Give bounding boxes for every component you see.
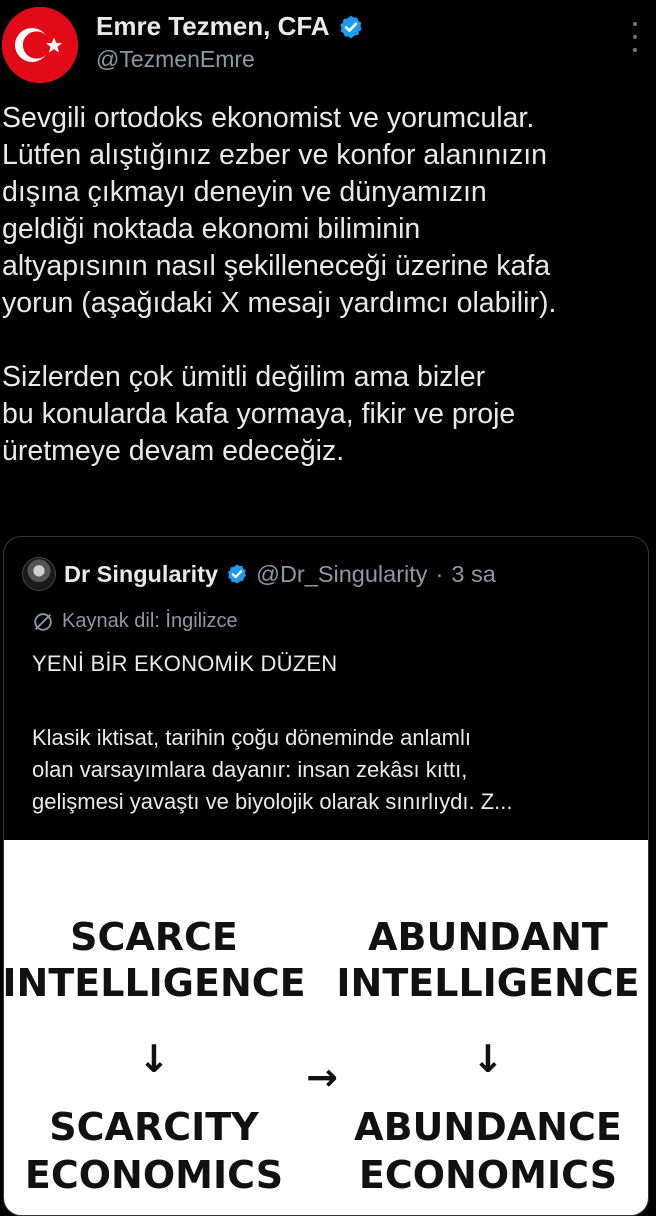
more-options-icon[interactable]	[628, 22, 642, 52]
center-right-arrow: →	[306, 1055, 338, 1099]
turkish-flag-icon	[2, 7, 78, 83]
verified-badge-icon	[339, 15, 362, 38]
more-dot	[633, 22, 637, 26]
quoted-author-name[interactable]: Dr Singularity	[64, 561, 218, 588]
tweet-paragraph: Sizlerden çok ümitli değilim ama bizler …	[2, 361, 516, 467]
left-top-line2: INTELLIGENCE	[4, 961, 306, 1005]
right-top-line2: INTELLIGENCE	[336, 961, 639, 1005]
left-bottom-line2: ECONOMICS	[25, 1153, 283, 1197]
right-bottom-line2: ECONOMICS	[359, 1153, 617, 1197]
right-down-arrow: ↓	[472, 1037, 504, 1081]
left-top-line1: SCARCE	[70, 915, 238, 959]
quoted-tweet-header: Dr Singularity @Dr_Singularity · 3 sa	[22, 557, 496, 591]
tweet-header: Emre Tezmen, CFA @TezmenEmre	[0, 0, 656, 96]
right-top-line1: ABUNDANT	[368, 915, 608, 959]
source-language-label: Kaynak dil: İngilizce	[62, 610, 238, 632]
quoted-text: Klasik iktisat, tarihin çoğu döneminde a…	[32, 725, 513, 814]
quoted-timestamp[interactable]: 3 sa	[451, 561, 495, 588]
right-bottom-line1: ABUNDANCE	[354, 1105, 622, 1149]
verified-badge-icon	[228, 564, 247, 584]
tweet-paragraph: Sevgili ortodoks ekonomist ve yorumcular…	[2, 102, 557, 319]
tweet-text: Sevgili ortodoks ekonomist ve yorumcular…	[2, 100, 652, 507]
left-down-arrow: ↓	[138, 1037, 170, 1081]
quoted-image[interactable]: SCARCE INTELLIGENCE ↓ SCARCITY ECONOMICS…	[4, 840, 648, 1215]
quoted-tweet-card[interactable]: Dr Singularity @Dr_Singularity · 3 sa Ka…	[3, 536, 649, 1216]
author-handle[interactable]: @TezmenEmre	[96, 46, 255, 73]
quoted-author-handle[interactable]: @Dr_Singularity	[256, 561, 427, 588]
left-bottom-line1: SCARCITY	[49, 1105, 259, 1149]
separator-dot: ·	[435, 560, 444, 587]
quoted-title: YENİ BİR EKONOMİK DÜZEN	[32, 651, 338, 676]
translate-icon	[34, 612, 52, 631]
translation-source[interactable]: Kaynak dil: İngilizce	[32, 610, 238, 633]
economics-diagram: SCARCE INTELLIGENCE ↓ SCARCITY ECONOMICS…	[4, 915, 640, 1197]
author-display-name[interactable]: Emre Tezmen, CFA	[96, 11, 330, 42]
more-dot	[633, 48, 637, 52]
more-dot	[633, 35, 637, 39]
author-avatar[interactable]	[2, 7, 78, 83]
author-name-row: Emre Tezmen, CFA	[96, 11, 364, 42]
quoted-author-avatar[interactable]	[22, 557, 56, 591]
